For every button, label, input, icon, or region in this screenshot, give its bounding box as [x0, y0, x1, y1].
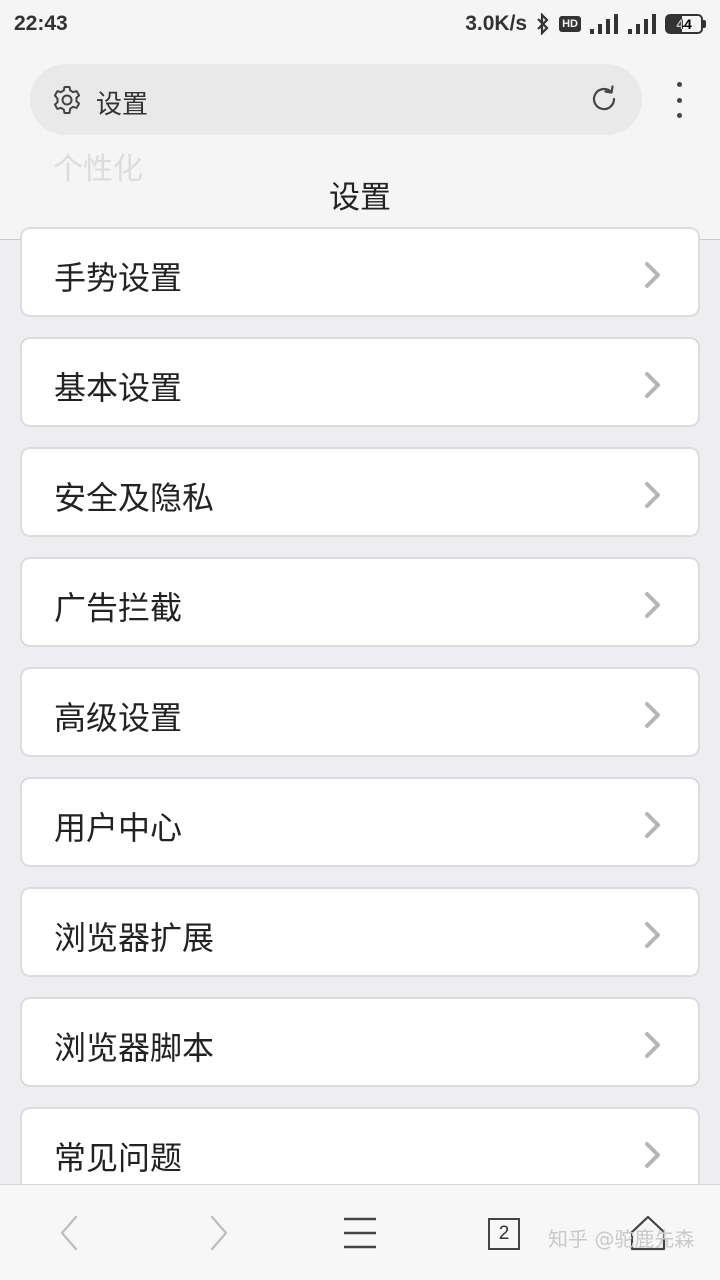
settings-item-label: 用户中心 — [54, 809, 183, 847]
chevron-right-icon — [645, 702, 660, 728]
bottom-nav: 2 知乎 @驼鹿先森 — [0, 1184, 720, 1280]
settings-item-ad-block[interactable]: 广告拦截 — [20, 557, 700, 647]
signal-icon-2 — [628, 14, 656, 34]
bluetooth-icon — [537, 13, 549, 35]
tab-count: 2 — [498, 1223, 510, 1244]
chevron-right-icon — [645, 482, 660, 508]
settings-item-gesture[interactable]: 手势设置 — [20, 227, 700, 317]
more-menu-icon[interactable] — [668, 82, 690, 118]
chevron-right-icon — [645, 1032, 660, 1058]
menu-icon[interactable] — [340, 1213, 380, 1253]
signal-icon — [590, 14, 618, 34]
hd-badge: HD — [559, 16, 581, 32]
status-icons: 3.0K/s HD 44 — [465, 12, 706, 36]
forward-icon[interactable] — [198, 1213, 238, 1253]
status-time: 22:43 — [14, 12, 68, 35]
chevron-right-icon — [645, 262, 660, 288]
chevron-right-icon — [645, 372, 660, 398]
chevron-right-icon — [645, 922, 660, 948]
settings-item-label: 浏览器脚本 — [54, 1029, 215, 1067]
page-title: 设置 — [329, 180, 391, 216]
tabs-button[interactable]: 2 — [488, 1218, 520, 1250]
address-bar[interactable]: 设置 — [30, 64, 642, 135]
chevron-right-icon — [645, 812, 660, 838]
settings-item-security-privacy[interactable]: 安全及隐私 — [20, 447, 700, 537]
settings-item-advanced[interactable]: 高级设置 — [20, 667, 700, 757]
gear-icon — [53, 86, 81, 114]
settings-item-extensions[interactable]: 浏览器扩展 — [20, 887, 700, 977]
browser-header: 设置 个性化 设置 — [0, 48, 720, 240]
back-icon[interactable] — [50, 1213, 90, 1253]
settings-item-user-center[interactable]: 用户中心 — [20, 777, 700, 867]
settings-item-basic[interactable]: 基本设置 — [20, 337, 700, 427]
settings-item-label: 浏览器扩展 — [54, 919, 215, 957]
settings-item-label: 广告拦截 — [54, 589, 183, 627]
settings-item-label: 手势设置 — [54, 259, 183, 297]
status-bar: 22:43 3.0K/s HD 44 — [0, 0, 720, 48]
settings-item-label: 安全及隐私 — [54, 479, 215, 517]
settings-item-label: 常见问题 — [54, 1139, 183, 1177]
battery-icon: 44 — [665, 14, 706, 34]
watermark: 知乎 @驼鹿先森 — [548, 1227, 695, 1251]
address-text: 设置 — [96, 90, 149, 120]
chevron-right-icon — [645, 592, 660, 618]
chevron-right-icon — [645, 1142, 660, 1168]
settings-item-label: 基本设置 — [54, 369, 183, 407]
refresh-icon[interactable] — [588, 83, 620, 115]
network-speed: 3.0K/s — [465, 12, 528, 35]
battery-level: 44 — [676, 16, 692, 32]
settings-item-label: 高级设置 — [54, 699, 183, 737]
settings-item-scripts[interactable]: 浏览器脚本 — [20, 997, 700, 1087]
